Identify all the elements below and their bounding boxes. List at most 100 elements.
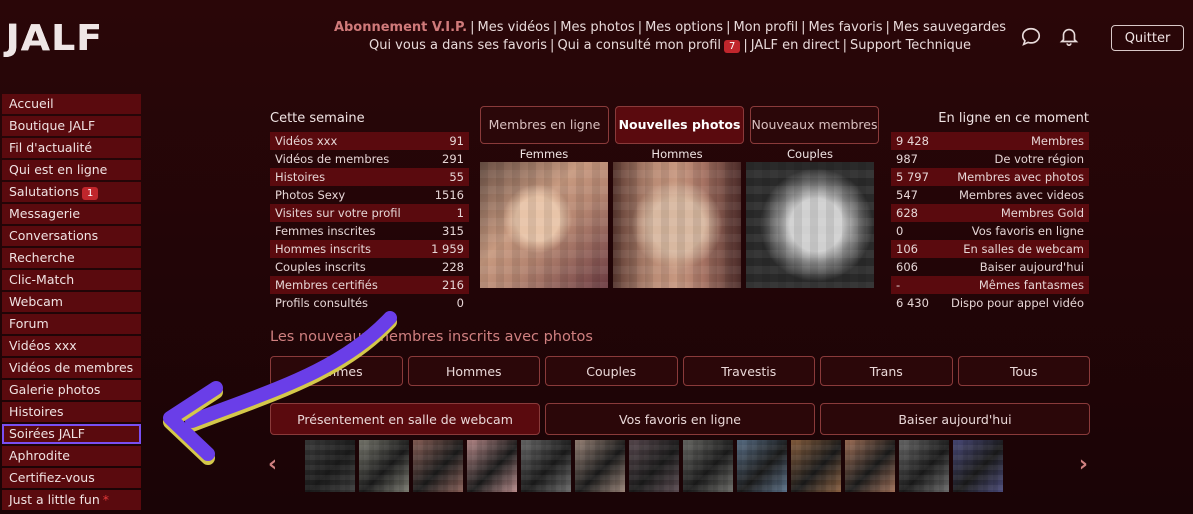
tab-kiss-today[interactable]: Baiser aujourd'hui xyxy=(820,403,1090,435)
bell-icon[interactable] xyxy=(1058,25,1080,47)
online-stats-title: En ligne en ce moment xyxy=(938,111,1089,126)
sidebar-item-label: Aphrodite xyxy=(9,448,70,463)
sidebar-item-just-a-little-fun[interactable]: Just a little fun * xyxy=(2,490,141,510)
sidebar-item-home[interactable]: Accueil xyxy=(2,94,141,114)
filter-trans[interactable]: Trans xyxy=(820,356,953,386)
stat-row[interactable]: 6 430 Dispo pour appel vidéo xyxy=(891,294,1089,312)
nav-tech-support[interactable]: Support Technique xyxy=(850,38,971,53)
stat-label: Baiser aujourd'hui xyxy=(979,260,1084,274)
nav-separator: | xyxy=(842,38,848,53)
stat-row[interactable]: Histoires 55 xyxy=(270,168,469,186)
nav-who-favorited-you[interactable]: Qui vous a dans ses favoris xyxy=(369,38,547,53)
stat-row[interactable]: 547 Membres avec videos xyxy=(891,186,1089,204)
chat-icon[interactable] xyxy=(1020,26,1042,48)
tab-new-members[interactable]: Nouveaux membres xyxy=(750,106,879,144)
nav-my-options[interactable]: Mes options xyxy=(645,20,723,35)
nav-profile-viewers[interactable]: Qui a consulté mon profil xyxy=(557,38,721,53)
sidebar-item-label: Qui est en ligne xyxy=(9,162,108,177)
tab-in-webcam-room[interactable]: Présentement en salle de webcam xyxy=(270,403,540,435)
stat-value: 315 xyxy=(442,224,464,238)
stat-row[interactable]: Visites sur votre profil 1 xyxy=(270,204,469,222)
sidebar-item-webcam[interactable]: Webcam xyxy=(2,292,141,312)
sidebar-item-xxx-videos[interactable]: Vidéos xxx xyxy=(2,336,141,356)
filter-men[interactable]: Hommes xyxy=(407,356,540,386)
stat-row[interactable]: Vidéos xxx 91 xyxy=(270,132,469,150)
sidebar-item-who-online[interactable]: Qui est en ligne xyxy=(2,160,141,180)
sidebar-item-clic-match[interactable]: Clic-Match xyxy=(2,270,141,290)
member-thumbnail[interactable] xyxy=(629,440,679,492)
member-thumbnail[interactable] xyxy=(305,440,355,492)
nav-my-favorites[interactable]: Mes favoris xyxy=(808,20,882,35)
member-thumbnail[interactable] xyxy=(359,440,409,492)
filter-women[interactable]: Femmes xyxy=(270,356,403,386)
quit-button[interactable]: Quitter xyxy=(1111,25,1184,51)
stat-row[interactable]: 106 En salles de webcam xyxy=(891,240,1089,258)
stat-row[interactable]: 5 797 Membres avec photos xyxy=(891,168,1089,186)
member-photo[interactable] xyxy=(613,162,741,288)
stat-row[interactable]: 628 Membres Gold xyxy=(891,204,1089,222)
pixelation-overlay xyxy=(359,440,409,492)
member-thumbnail[interactable] xyxy=(413,440,463,492)
member-thumbnail[interactable] xyxy=(737,440,787,492)
stat-value: 216 xyxy=(442,278,464,292)
filter-couples[interactable]: Couples xyxy=(545,356,678,386)
sidebar-item-aphrodite[interactable]: Aphrodite xyxy=(2,446,141,466)
sidebar-item-shop[interactable]: Boutique JALF xyxy=(2,116,141,136)
filter-transvestites[interactable]: Travestis xyxy=(682,356,815,386)
member-thumbnail[interactable] xyxy=(521,440,571,492)
tab-online-members[interactable]: Membres en ligne xyxy=(480,106,609,144)
stat-label: Hommes inscrits xyxy=(275,242,372,256)
stat-row[interactable]: Profils consultés 0 xyxy=(270,294,469,312)
stat-row[interactable]: - Mêmes fantasmes xyxy=(891,276,1089,294)
sidebar-item-conversations[interactable]: Conversations xyxy=(2,226,141,246)
stat-row[interactable]: 0 Vos favoris en ligne xyxy=(891,222,1089,240)
member-photo[interactable] xyxy=(746,162,874,288)
nav-my-saves[interactable]: Mes sauvegardes xyxy=(893,20,1006,35)
sidebar-item-search[interactable]: Recherche xyxy=(2,248,141,268)
member-thumbnail[interactable] xyxy=(899,440,949,492)
stat-row[interactable]: 987 De votre région xyxy=(891,150,1089,168)
nav-separator: | xyxy=(743,38,748,53)
stat-row[interactable]: 9 428 Membres xyxy=(891,132,1089,150)
sidebar-item-news-feed[interactable]: Fil d'actualité xyxy=(2,138,141,158)
member-thumbnail[interactable] xyxy=(683,440,733,492)
stat-row[interactable]: Membres certifiés 216 xyxy=(270,276,469,294)
tab-favorites-online[interactable]: Vos favoris en ligne xyxy=(545,403,815,435)
carousel-next-icon[interactable]: › xyxy=(1079,452,1088,477)
member-thumbnail[interactable] xyxy=(791,440,841,492)
sidebar-item-photo-gallery[interactable]: Galerie photos xyxy=(2,380,141,400)
tab-new-photos[interactable]: Nouvelles photos xyxy=(615,106,744,144)
member-photo[interactable] xyxy=(480,162,608,288)
member-thumbnail[interactable] xyxy=(467,440,517,492)
sidebar-item-member-videos[interactable]: Vidéos de membres xyxy=(2,358,141,378)
nav-jalf-live[interactable]: JALF en direct xyxy=(751,38,840,53)
nav-my-photos[interactable]: Mes photos xyxy=(560,20,634,35)
member-thumbnail[interactable] xyxy=(575,440,625,492)
stat-row[interactable]: Femmes inscrites 315 xyxy=(270,222,469,240)
nav-vip-subscription[interactable]: Abonnement V.I.P. xyxy=(334,20,467,35)
stat-row[interactable]: Vidéos de membres 291 xyxy=(270,150,469,168)
nav-my-videos[interactable]: Mes vidéos xyxy=(478,20,550,35)
sidebar-item-get-certified[interactable]: Certifiez-vous xyxy=(2,468,141,488)
stat-row[interactable]: Hommes inscrits 1 959 xyxy=(270,240,469,258)
member-thumbnail[interactable] xyxy=(953,440,1003,492)
jalf-logo[interactable]: JALF xyxy=(6,18,103,59)
stat-row[interactable]: 606 Baiser aujourd'hui xyxy=(891,258,1089,276)
carousel-prev-icon[interactable]: ‹ xyxy=(268,452,277,477)
sidebar-item-jalf-parties[interactable]: Soirées JALF xyxy=(2,424,141,444)
nav-my-profile[interactable]: Mon profil xyxy=(733,20,798,35)
member-thumbnail[interactable] xyxy=(845,440,895,492)
sidebar-menu: Accueil Boutique JALF Fil d'actualité Qu… xyxy=(2,94,141,512)
photo-columns: Femmes Hommes Couples xyxy=(480,147,874,288)
filter-all[interactable]: Tous xyxy=(957,356,1090,386)
sidebar-item-messaging[interactable]: Messagerie xyxy=(2,204,141,224)
nav-separator: | xyxy=(550,38,555,53)
stat-row[interactable]: Photos Sexy 1516 xyxy=(270,186,469,204)
sidebar-item-label: Conversations xyxy=(9,228,99,243)
stat-row[interactable]: Couples inscrits 228 xyxy=(270,258,469,276)
sidebar-item-stories[interactable]: Histoires xyxy=(2,402,141,422)
member-carousel: ‹ › xyxy=(268,438,1092,494)
nav-separator: | xyxy=(726,20,731,35)
sidebar-item-forum[interactable]: Forum xyxy=(2,314,141,334)
sidebar-item-greetings[interactable]: Salutations 1 xyxy=(2,182,141,202)
